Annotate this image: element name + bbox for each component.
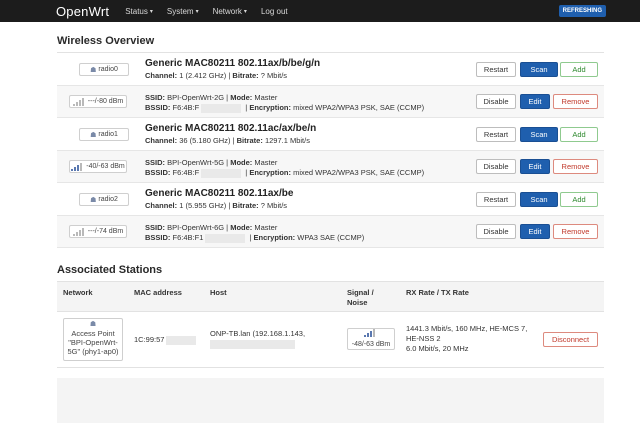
radio-details: Channel: 36 (5.180 GHz) | Bitrate: 1297.… [145, 136, 310, 145]
stations-table-header: Network MAC address Host Signal / Noise R… [57, 281, 604, 312]
add-button[interactable]: Add [560, 62, 598, 77]
network-bssid-line: BSSID: F6:4B:F | Encryption: mixed WPA2/… [145, 103, 425, 113]
network-bssid-line: BSSID: F6:4B:F1 | Encryption: WPA3 SAE (… [145, 233, 365, 243]
network-row: -40/-63 dBm SSID: BPI-OpenWrt-5G | Mode:… [57, 151, 604, 183]
remove-button[interactable]: Remove [553, 94, 598, 109]
disable-button[interactable]: Disable [476, 94, 516, 109]
radio-chip: ☗ radio2 [79, 193, 129, 206]
header-mac: MAC address [134, 288, 182, 297]
add-button[interactable]: Add [560, 127, 598, 142]
scan-button[interactable]: Scan [520, 127, 558, 142]
disable-button[interactable]: Disable [476, 159, 516, 174]
radio-chip-label: radio1 [98, 131, 118, 138]
station-signal-chip: -48/-63 dBm [347, 328, 395, 350]
disable-button[interactable]: Disable [476, 224, 516, 239]
top-navbar: OpenWrt Status ▾ System ▾ Network ▾ Log out… [0, 0, 640, 22]
wireless-overview-title: Wireless Overview [57, 35, 155, 47]
radio-chip: ☗ radio1 [79, 128, 129, 141]
redacted-block [166, 335, 197, 345]
nav-logout[interactable]: Log out [261, 7, 288, 16]
scan-button[interactable]: Scan [520, 192, 558, 207]
network-row: ---/-80 dBm SSID: BPI-OpenWrt-2G | Mode:… [57, 86, 604, 118]
add-button[interactable]: Add [560, 192, 598, 207]
wifi-icon: ☗ [90, 196, 97, 204]
associated-stations-title: Associated Stations [57, 264, 163, 276]
header-host: Host [210, 288, 227, 297]
restart-button[interactable]: Restart [476, 192, 516, 207]
radio-chip: ☗ radio0 [79, 63, 129, 76]
header-rate: RX Rate / TX Rate [406, 288, 469, 297]
nav-logout-label: Log out [260, 6, 288, 16]
remove-button[interactable]: Remove [553, 159, 598, 174]
footer-bar [57, 378, 604, 423]
radio-title: Generic MAC80211 802.11ax/be [145, 188, 294, 199]
redacted-block [210, 339, 295, 349]
edit-button[interactable]: Edit [520, 224, 550, 239]
station-mac: 1C:99:57 [134, 335, 198, 345]
ap-label-2: "BPI-OpenWrt- [68, 338, 118, 347]
edit-button[interactable]: Edit [520, 159, 550, 174]
main-nav: Status ▾ System ▾ Network ▾ Log out [125, 7, 301, 16]
radio-row: ☗ radio2 Generic MAC80211 802.11ax/be Cha… [57, 183, 604, 216]
table-row: ☗ Access Point "BPI-OpenWrt- 5G" (phy1-a… [57, 312, 604, 368]
wifi-icon: ☗ [89, 321, 97, 328]
redacted-block [201, 103, 242, 113]
radio-row: ☗ radio0 Generic MAC80211 802.11ax/b/be/g… [57, 53, 604, 86]
signal-value: ---/-80 dBm [87, 98, 124, 105]
signal-value: -40/-63 dBm [86, 163, 125, 170]
network-ssid-line: SSID: BPI-OpenWrt-2G | Mode: Master [145, 93, 278, 102]
chevron-down-icon: ▾ [149, 8, 153, 15]
nav-network[interactable]: Network ▾ [213, 7, 247, 16]
nav-system-label: System [166, 6, 194, 16]
scan-button[interactable]: Scan [520, 62, 558, 77]
station-rate: 1441.3 Mbit/s, 160 MHz, HE-MCS 7, HE-NSS… [406, 324, 528, 353]
nav-network-label: Network [212, 6, 242, 16]
edit-button[interactable]: Edit [520, 94, 550, 109]
signal-bars-icon [363, 329, 376, 337]
access-point-chip: ☗ Access Point "BPI-OpenWrt- 5G" (phy1-a… [63, 318, 123, 361]
restart-button[interactable]: Restart [476, 127, 516, 142]
station-host: ONP-TB.lan (192.168.1.143, [210, 329, 305, 349]
nav-status-label: Status [125, 6, 148, 16]
disconnect-button[interactable]: Disconnect [543, 332, 598, 347]
radio-title: Generic MAC80211 802.11ac/ax/be/n [145, 123, 317, 134]
network-ssid-line: SSID: BPI-OpenWrt-6G | Mode: Master [145, 223, 278, 232]
network-bssid-line: BSSID: F6:4B:F | Encryption: mixed WPA2/… [145, 168, 425, 178]
signal-chip: ---/-80 dBm [69, 95, 127, 108]
network-row: ---/-74 dBm SSID: BPI-OpenWrt-6G | Mode:… [57, 216, 604, 248]
radio-chip-label: radio0 [98, 66, 118, 73]
signal-bars-icon [72, 97, 85, 106]
wifi-icon: ☗ [90, 131, 97, 139]
wifi-icon: ☗ [90, 66, 97, 74]
signal-chip: -40/-63 dBm [69, 160, 127, 173]
redacted-block [201, 168, 242, 178]
signal-chip: ---/-74 dBm [69, 225, 127, 238]
signal-value: ---/-74 dBm [87, 228, 124, 235]
ap-label-3: 5G" (phy1-ap0) [67, 347, 119, 356]
signal-value: -48/-63 dBm [351, 341, 391, 348]
redacted-block [205, 233, 246, 243]
radio-row: ☗ radio1 Generic MAC80211 802.11ac/ax/be/… [57, 118, 604, 151]
header-signal: Signal / Noise [347, 288, 374, 307]
refreshing-badge[interactable]: REFRESHING [558, 5, 606, 17]
signal-bars-icon [72, 227, 85, 236]
restart-button[interactable]: Restart [476, 62, 516, 77]
ap-label-1: Access Point [71, 329, 115, 338]
radio-title: Generic MAC80211 802.11ax/b/be/g/n [145, 58, 321, 69]
radio-chip-label: radio2 [98, 196, 118, 203]
radio-details: Channel: 1 (5.955 GHz) | Bitrate: ? Mbit… [145, 201, 288, 210]
chevron-down-icon: ▾ [243, 8, 247, 15]
chevron-down-icon: ▾ [195, 8, 199, 15]
nav-status[interactable]: Status ▾ [125, 7, 153, 16]
signal-bars-icon [71, 162, 83, 171]
radio-details: Channel: 1 (2.412 GHz) | Bitrate: ? Mbit… [145, 71, 288, 80]
network-ssid-line: SSID: BPI-OpenWrt-5G | Mode: Master [145, 158, 278, 167]
brand-logo[interactable]: OpenWrt [56, 4, 109, 19]
remove-button[interactable]: Remove [553, 224, 598, 239]
nav-system[interactable]: System ▾ [167, 7, 199, 16]
header-network: Network [63, 288, 93, 297]
